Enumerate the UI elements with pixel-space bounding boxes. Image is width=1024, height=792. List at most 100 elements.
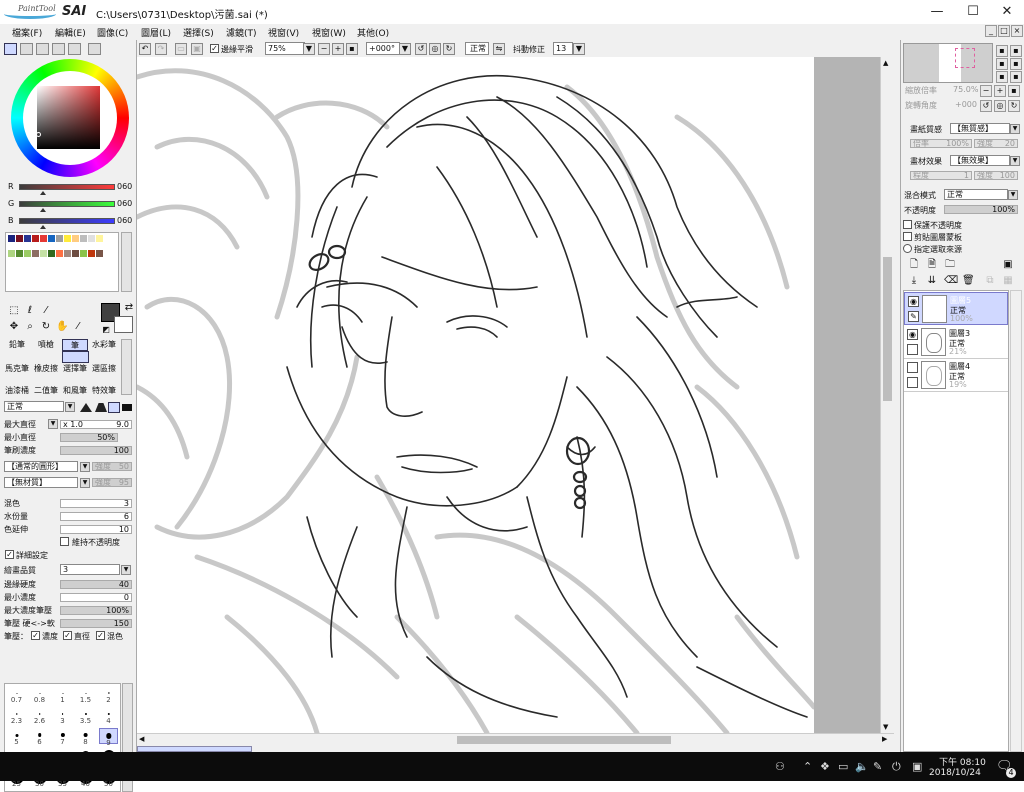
rotate-icon[interactable]: ↻ [40,321,52,333]
slider-g[interactable] [19,201,115,207]
background-color[interactable] [114,316,133,333]
pressure-size-checkbox[interactable]: ✓ [63,631,72,640]
color-swatch[interactable] [48,250,55,257]
pressure-blend-checkbox[interactable]: ✓ [96,631,105,640]
color-swatch[interactable] [56,250,63,257]
nav-button[interactable]: ▪ [1010,71,1022,83]
nav-button[interactable]: ▪ [996,58,1008,70]
lock-icon[interactable] [907,377,918,388]
brush-size-cell[interactable]: 3.5 [76,707,95,725]
brush-watercolor[interactable]: 水彩筆 [91,339,117,351]
layer-item[interactable]: ◉ ✎ 圖層5 正常 100% [904,292,1008,325]
vertical-scroll-thumb[interactable] [883,257,892,401]
delete-layer-icon[interactable]: 🗑 [962,275,975,287]
brush-size-cell[interactable]: 3 [53,707,72,725]
keep-opacity-checkbox[interactable] [60,537,69,546]
slider-g-handle[interactable] [40,208,46,212]
invert-select-icon[interactable]: ▣ [191,43,203,55]
saturation-value-square[interactable] [37,86,100,149]
mdi-restore-button[interactable]: □ [998,25,1010,37]
pen-icon[interactable]: ✎ [908,311,919,322]
rotate-ccw-icon[interactable]: ↺ [415,43,427,55]
density-slider[interactable]: 100 [60,446,132,455]
min-density-slider[interactable]: 0 [60,593,132,602]
pressure-slider[interactable]: 150 [60,619,132,628]
menu-layer[interactable]: 圖層(L) [141,26,171,39]
brush-binary[interactable]: 二值筆 [33,385,59,397]
brush-effect[interactable]: 特效筆 [91,385,117,397]
brush-size-cell[interactable]: 9 [99,728,118,747]
menu-view[interactable]: 視窗(V) [268,26,299,39]
texture-strength-slider[interactable]: 強度 95 [92,478,132,487]
color-swatch[interactable] [16,250,23,257]
color-swatch[interactable] [64,235,71,242]
persistence-slider[interactable]: 10 [60,525,132,534]
deselect-icon[interactable]: ▭ [175,43,187,55]
brush-pen[interactable]: 筆 [62,339,88,351]
zoom-icon[interactable]: ⌕ [24,321,36,333]
stabilizer-select[interactable]: 13 [553,42,573,55]
clock-time[interactable]: 下午 08:10 [939,755,986,768]
nav-button[interactable]: ▪ [996,45,1008,57]
color-swatch[interactable] [80,250,87,257]
brush-size-cell[interactable]: 7 [53,728,72,746]
brush-shape-select[interactable]: 【通常的圓形】 [4,461,78,472]
nav-button[interactable]: ▪ [1010,45,1022,57]
zoom-reset-icon[interactable]: ▪ [346,43,358,55]
scroll-up-icon[interactable]: ▲ [883,59,888,67]
slider-r[interactable] [19,184,115,190]
brush-japanese[interactable]: 和風筆 [62,385,88,397]
brush-bucket[interactable]: 油漆桶 [4,385,30,397]
clear-layer-icon[interactable]: ⌫ [944,275,958,287]
scroll-left-icon[interactable]: ◀ [139,735,144,743]
brush-size-cell[interactable]: 8 [76,728,95,746]
edge-slider[interactable]: 40 [60,580,132,589]
brush-select-pen[interactable]: 選擇筆 [62,363,88,375]
close-button[interactable]: ✕ [990,0,1024,24]
canvas-vertical-scrollbar[interactable]: ▲ ▼ [880,57,894,733]
brush-shape-icon[interactable] [122,404,132,411]
chevron-down-icon[interactable]: ▼ [1010,156,1020,166]
color-picker-cursor[interactable] [36,132,41,137]
brush-marker[interactable]: 馬克筆 [4,363,30,375]
brush-airbrush[interactable]: 噴槍 [33,339,59,351]
layer-opacity-slider[interactable]: 100% [944,205,1018,214]
color-swatch[interactable] [24,235,31,242]
color-swatch[interactable] [8,250,15,257]
minimize-button[interactable]: — [920,0,954,24]
nav-button[interactable]: ▪ [996,71,1008,83]
color-swatch[interactable] [88,250,95,257]
menu-file[interactable]: 檔案(F) [12,26,42,39]
max-size-slider[interactable]: x 1.0 9.0 [60,420,132,429]
brush-shape-icon[interactable] [80,403,92,412]
navigator-view-rect[interactable] [955,48,975,68]
pressure-density-checkbox[interactable]: ✓ [31,631,40,640]
max-density-pressure-slider[interactable]: 100% [60,606,132,615]
paper-strength-slider[interactable]: 強度 20 [974,139,1018,148]
pen-tablet-icon[interactable]: ✎ [873,760,882,773]
layer-item[interactable]: ◉ 圖層3 正常 21% [904,326,1008,359]
zoom-select[interactable]: 75% [265,42,305,55]
nav-zoom-reset[interactable]: ▪ [1008,85,1020,97]
color-swatch[interactable] [80,235,87,242]
nav-button[interactable]: ▪ [1010,58,1022,70]
scroll-down-icon[interactable]: ▼ [883,723,888,731]
chevron-down-icon[interactable]: ▼ [573,43,585,55]
redo-icon[interactable]: ↷ [155,43,167,55]
chevron-down-icon[interactable]: ▼ [303,43,315,55]
rotate-reset-icon[interactable]: ◎ [429,43,441,55]
menu-select[interactable]: 選擇(S) [183,26,214,39]
antialias-checkbox[interactable]: ✓ [210,44,219,53]
brush-size-cell[interactable]: 2.6 [30,707,49,725]
magic-wand-icon[interactable]: ⁄ [40,305,52,317]
layer-mask-icon[interactable]: ▣ [1002,259,1014,271]
color-swatch[interactable] [64,250,71,257]
rotate-cw-icon[interactable]: ↻ [443,43,455,55]
nav-rotate-reset[interactable]: ◎ [994,100,1006,112]
nav-zoom-out[interactable]: − [980,85,992,97]
brush-texture-select[interactable]: 【無材質】 [4,477,78,488]
slider-b[interactable] [19,218,115,224]
chevron-down-icon[interactable]: ▼ [80,462,90,472]
color-swatch[interactable] [72,250,79,257]
brush-size-cell[interactable]: 2 [99,686,118,704]
